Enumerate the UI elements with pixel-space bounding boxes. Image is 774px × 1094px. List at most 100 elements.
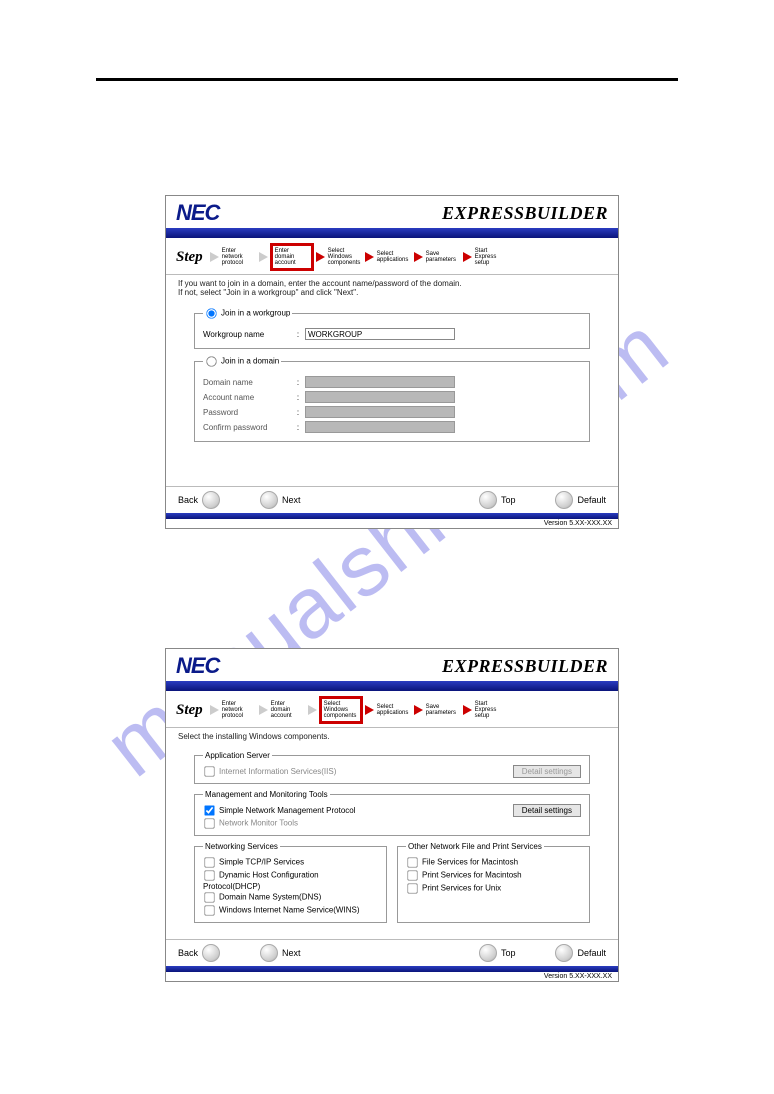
dhcp-label: Dynamic Host Configuration Protocol(DHCP… <box>203 871 319 891</box>
back-icon <box>202 944 220 962</box>
password-input[interactable] <box>305 406 455 418</box>
header-bar <box>166 681 618 691</box>
arrow-icon <box>414 705 423 715</box>
confirm-password-label: Confirm password <box>203 423 291 432</box>
dns-checkbox[interactable] <box>204 892 214 902</box>
dhcp-checkbox[interactable] <box>204 870 214 880</box>
dns-label: Domain Name System(DNS) <box>219 893 321 902</box>
print-unix-checkbox[interactable] <box>407 883 417 893</box>
wizard-screenshot-components: NEC EXPRESSBUILDER Step Enter network pr… <box>165 648 619 982</box>
back-button[interactable]: Back <box>178 944 220 962</box>
domain-name-input[interactable] <box>305 376 455 388</box>
print-mac-checkbox[interactable] <box>407 870 417 880</box>
app-server-fieldset: Application Server Internet Information … <box>194 751 590 784</box>
step-11: Save parameters <box>426 251 460 263</box>
password-label: Password <box>203 408 291 417</box>
next-icon <box>260 491 278 509</box>
next-button[interactable]: Next <box>260 491 301 509</box>
print-unix-label: Print Services for Unix <box>422 884 501 893</box>
step-8: Enter domain account <box>271 701 305 719</box>
wizard-screenshot-domain: NEC EXPRESSBUILDER Step Enter network pr… <box>165 195 619 529</box>
mgmt-tools-fieldset: Management and Monitoring Tools Simple N… <box>194 790 590 836</box>
wins-checkbox[interactable] <box>204 905 214 915</box>
tcpip-checkbox[interactable] <box>204 857 214 867</box>
step-12: Start Express setup <box>475 248 509 266</box>
join-domain-label: Join in a domain <box>221 357 279 366</box>
arrow-icon <box>365 252 374 262</box>
step-7: Enter network protocol <box>222 701 256 719</box>
step-11: Save parameters <box>426 704 460 716</box>
iis-label: Internet Information Services(IIS) <box>219 767 336 776</box>
file-mac-checkbox[interactable] <box>407 857 417 867</box>
step-10: Select applications <box>377 704 411 716</box>
arrow-icon <box>463 705 472 715</box>
arrow-icon <box>259 252 268 262</box>
top-icon <box>479 944 497 962</box>
workgroup-fieldset: Join in a workgroup Workgroup name : <box>194 307 590 349</box>
detail-settings-button[interactable]: Detail settings <box>513 765 581 778</box>
join-domain-radio[interactable] <box>206 356 216 366</box>
step-12: Start Express setup <box>475 701 509 719</box>
domain-fieldset: Join in a domain Domain name: Account na… <box>194 355 590 442</box>
default-icon <box>555 491 573 509</box>
back-button[interactable]: Back <box>178 491 220 509</box>
help-line-1: If you want to join in a domain, enter t… <box>178 279 462 288</box>
wins-label: Windows Internet Name Service(WINS) <box>219 906 359 915</box>
product-title: EXPRESSBUILDER <box>442 203 608 224</box>
arrow-icon <box>414 252 423 262</box>
networking-services-fieldset: Networking Services Simple TCP/IP Servic… <box>194 842 387 923</box>
arrow-icon <box>365 705 374 715</box>
version-text: Version 5.XX-XXX.XX <box>166 972 618 981</box>
other-services-fieldset: Other Network File and Print Services Fi… <box>397 842 590 923</box>
net-legend: Networking Services <box>203 842 280 851</box>
version-text: Version 5.XX-XXX.XX <box>166 519 618 528</box>
arrow-icon <box>259 705 268 715</box>
arrow-icon <box>210 705 219 715</box>
step-9: Select Windows components <box>328 248 362 266</box>
netmon-checkbox[interactable] <box>204 818 214 828</box>
join-workgroup-label: Join in a workgroup <box>221 309 290 318</box>
account-name-label: Account name <box>203 393 291 402</box>
bottom-nav: Back Next Top Default <box>166 939 618 966</box>
arrow-icon <box>308 705 317 715</box>
top-button[interactable]: Top <box>479 944 516 962</box>
top-button[interactable]: Top <box>479 491 516 509</box>
print-mac-label: Print Services for Macintosh <box>422 871 522 880</box>
iis-checkbox[interactable] <box>204 766 214 776</box>
confirm-password-input[interactable] <box>305 421 455 433</box>
account-name-input[interactable] <box>305 391 455 403</box>
workgroup-name-label: Workgroup name <box>203 330 291 339</box>
arrow-icon <box>316 252 325 262</box>
file-mac-label: File Services for Macintosh <box>422 858 518 867</box>
default-icon <box>555 944 573 962</box>
workgroup-name-input[interactable] <box>305 328 455 340</box>
arrow-icon <box>210 252 219 262</box>
detail-settings-button[interactable]: Detail settings <box>513 804 581 817</box>
next-button[interactable]: Next <box>260 944 301 962</box>
step-label: Step <box>176 249 203 266</box>
bottom-nav: Back Next Top Default <box>166 486 618 513</box>
top-rule <box>96 78 678 81</box>
help-line-2: If not, select "Join in a workgroup" and… <box>178 288 358 297</box>
step-7: Enter network protocol <box>222 248 256 266</box>
tcpip-label: Simple TCP/IP Services <box>219 858 304 867</box>
help-text: Select the installing Windows components… <box>166 728 618 745</box>
mgmt-legend: Management and Monitoring Tools <box>203 790 330 799</box>
step-label: Step <box>176 702 203 719</box>
snmp-label: Simple Network Management Protocol <box>219 806 356 815</box>
netmon-label: Network Monitor Tools <box>219 819 298 828</box>
header-bar <box>166 228 618 238</box>
nec-logo: NEC <box>176 653 219 679</box>
domain-name-label: Domain name <box>203 378 291 387</box>
product-title: EXPRESSBUILDER <box>442 656 608 677</box>
nec-logo: NEC <box>176 200 219 226</box>
snmp-checkbox[interactable] <box>204 805 214 815</box>
default-button[interactable]: Default <box>555 944 606 962</box>
app-server-legend: Application Server <box>203 751 272 760</box>
step-9-active: Select Windows components <box>320 697 362 723</box>
arrow-icon <box>463 252 472 262</box>
step-8-active: Enter domain account <box>271 244 313 270</box>
help-text: If you want to join in a domain, enter t… <box>166 275 618 301</box>
join-workgroup-radio[interactable] <box>206 308 216 318</box>
default-button[interactable]: Default <box>555 491 606 509</box>
